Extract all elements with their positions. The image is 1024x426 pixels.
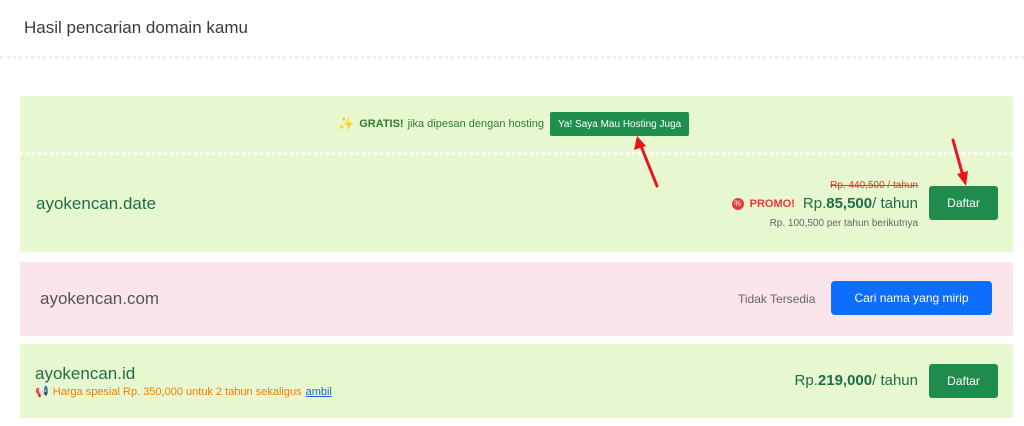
top-divider [0, 56, 1024, 59]
price-prefix: Rp. [794, 372, 818, 389]
price-prefix: Rp. [802, 195, 827, 212]
promo-label: PROMO! [749, 197, 795, 210]
price-block: Rp. 440,500 / tahun % PROMO! Rp.85,500/ … [731, 180, 918, 229]
domain-name: ayokencan.id [35, 364, 136, 383]
register-button[interactable]: Daftar [929, 186, 998, 220]
price: Rp.85,500/ tahun [803, 195, 918, 212]
status-unavailable: Tidak Tersedia [738, 292, 816, 306]
old-price: Rp. 440,500 / tahun [830, 180, 918, 191]
register-button[interactable]: Daftar [929, 364, 998, 398]
megaphone-icon: 📢 [35, 386, 49, 398]
price: Rp.219,000/ tahun [795, 372, 918, 389]
domain-result-card: ayokencan.id 📢 Harga spesial Rp. 350,000… [20, 344, 1013, 418]
promo-divider [20, 152, 1013, 155]
price-suffix: / tahun [872, 195, 918, 212]
special-price-text: Harga spesial Rp. 350,000 untuk 2 tahun … [52, 385, 302, 398]
price-amount: 219,000 [817, 372, 873, 389]
promo-percent-icon: % [731, 197, 744, 210]
find-similar-button[interactable]: Cari nama yang mirip [831, 281, 992, 315]
domain-name: ayokencan.date [36, 194, 157, 213]
page-title: Hasil pencarian domain kamu [24, 18, 248, 37]
renewal-note: Rp. 100,500 per tahun berikutnya [769, 218, 918, 229]
price-amount: 85,500 [826, 195, 873, 212]
special-price-note: 📢 Harga spesial Rp. 350,000 untuk 2 tahu… [35, 385, 332, 399]
price-suffix: / tahun [872, 372, 918, 389]
domain-result-card: ayokencan.com Tidak Tersedia Cari nama y… [20, 262, 1013, 336]
domain-name: ayokencan.com [40, 289, 160, 308]
domain-result-card: ✨ GRATIS! jika dipesan dengan hosting Ya… [20, 96, 1013, 252]
take-offer-link[interactable]: ambil [306, 386, 332, 398]
sparkle-icon: ✨ [338, 116, 355, 131]
hosting-promo-bar: ✨ GRATIS! jika dipesan dengan hosting Ya… [20, 96, 1013, 152]
add-hosting-button[interactable]: Ya! Saya Mau Hosting Juga [549, 112, 690, 136]
gratis-description: jika dipesan dengan hosting [407, 118, 544, 130]
gratis-label: GRATIS! [359, 118, 404, 130]
